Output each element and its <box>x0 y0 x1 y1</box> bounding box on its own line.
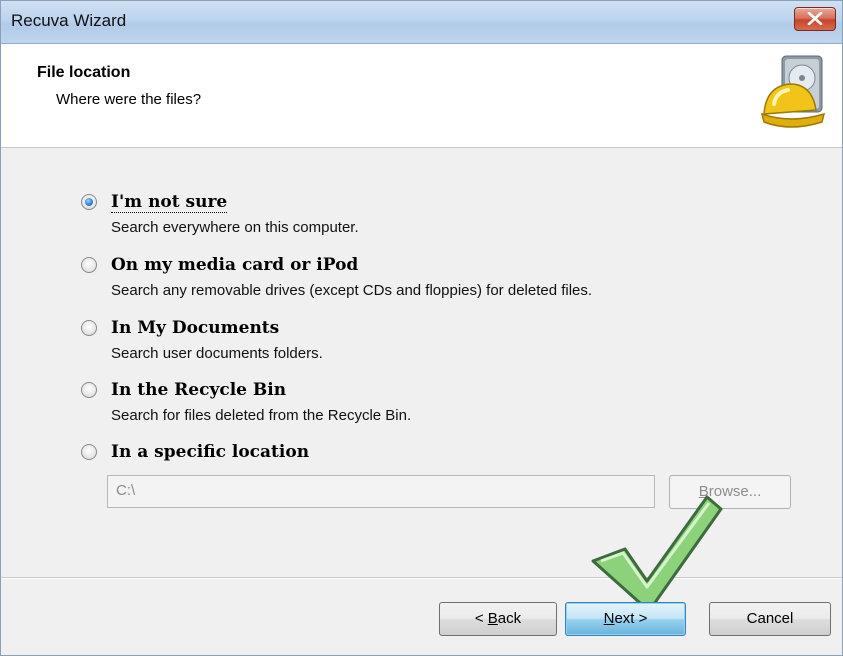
option-description: Search user documents folders. <box>111 345 323 362</box>
option-label[interactable]: I'm not sure <box>111 192 228 213</box>
next-mnemonic: N <box>603 610 615 627</box>
back-label: ack <box>497 610 522 627</box>
radio-not-sure[interactable] <box>81 194 97 210</box>
next-label: ext > <box>614 610 648 627</box>
back-prefix: < <box>474 610 488 627</box>
option-label[interactable]: In My Documents <box>111 318 279 338</box>
close-icon <box>807 12 823 25</box>
radio-recycle-bin[interactable] <box>81 382 97 398</box>
option-label[interactable]: In the Recycle Bin <box>111 380 286 400</box>
back-mnemonic: B <box>487 610 498 627</box>
option-description: Search for files deleted from the Recycl… <box>111 407 412 424</box>
cancel-label: Cancel <box>746 610 794 627</box>
option-label[interactable]: On my media card or iPod <box>111 255 358 275</box>
radio-specific-location[interactable] <box>81 444 97 460</box>
option-label[interactable]: In a specific location <box>111 442 309 462</box>
close-button[interactable] <box>794 7 836 31</box>
location-path-value: C:\ <box>116 482 136 499</box>
radio-my-documents[interactable] <box>81 320 97 336</box>
window-title: Recuva Wizard <box>11 11 127 30</box>
page-title: File location <box>37 64 131 81</box>
cancel-button[interactable]: Cancel <box>709 602 831 636</box>
recuva-hard-hat-icon <box>760 55 826 128</box>
back-button[interactable]: < Back <box>439 602 557 636</box>
wizard-header: File location Where were the files? <box>1 44 842 148</box>
option-description: Search everywhere on this computer. <box>111 219 359 236</box>
page-subtitle: Where were the files? <box>56 91 202 108</box>
green-checkmark-icon <box>591 495 723 613</box>
recuva-wizard-window: Recuva Wizard File location Where were t… <box>0 0 843 656</box>
title-bar[interactable]: Recuva Wizard <box>1 1 842 44</box>
option-description: Search any removable drives (except CDs … <box>111 282 593 299</box>
radio-media-card[interactable] <box>81 257 97 273</box>
location-path-field[interactable]: C:\ <box>107 475 655 508</box>
next-button[interactable]: Next > <box>565 602 686 636</box>
